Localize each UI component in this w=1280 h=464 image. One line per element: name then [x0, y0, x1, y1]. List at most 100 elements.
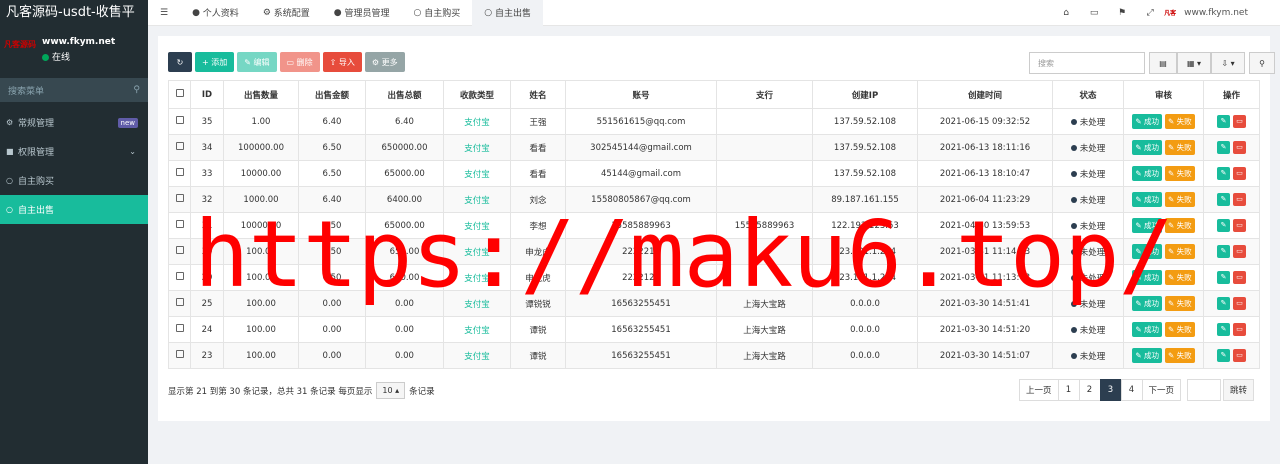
add-button[interactable]: + 添加: [195, 52, 235, 72]
table-row: 33 10000.00 6.50 65000.00 支付宝 看看 45144@gmail.c…: [168, 160, 1260, 187]
avatar[interactable]: 凡客: [1164, 8, 1180, 18]
edit-row-button[interactable]: ✎: [1217, 323, 1230, 336]
row-checkbox[interactable]: [168, 160, 191, 187]
success-button[interactable]: ✎ 成功: [1132, 322, 1162, 337]
tab-buy[interactable]: ○ 自主购买: [402, 0, 473, 26]
tab-label: 自主购买: [424, 9, 461, 19]
menu-search[interactable]: 搜索菜单 ⚲: [0, 78, 148, 102]
success-button[interactable]: ✎ 成功: [1132, 114, 1162, 129]
search-icon[interactable]: ⚲: [133, 85, 140, 95]
row-checkbox[interactable]: [168, 134, 191, 161]
fail-button[interactable]: ✎ 失败: [1165, 166, 1195, 181]
edit-row-button[interactable]: ✎: [1217, 193, 1230, 206]
import-button[interactable]: ⇧ 导入: [322, 52, 362, 72]
col-header[interactable]: 账号: [565, 80, 717, 109]
edit-row-button[interactable]: ✎: [1217, 349, 1230, 362]
col-header[interactable]: 姓名: [510, 80, 566, 109]
delete-row-button[interactable]: ▭: [1233, 349, 1246, 362]
fail-button[interactable]: ✎ 失败: [1165, 140, 1195, 155]
export-button[interactable]: ⇩ ▾: [1211, 52, 1245, 74]
page-size-select[interactable]: 10 ▴: [376, 382, 406, 399]
sidebar-item-label: 常规管理: [18, 119, 55, 129]
more-button[interactable]: ⚙ 更多: [364, 52, 405, 72]
next-page-button[interactable]: 下一页: [1141, 379, 1182, 401]
row-checkbox[interactable]: [168, 264, 191, 291]
language-icon[interactable]: ⚑: [1108, 8, 1136, 18]
row-checkbox[interactable]: [168, 186, 191, 213]
home-icon[interactable]: ⌂: [1052, 8, 1080, 18]
row-checkbox[interactable]: [168, 238, 191, 265]
menu-toggle-icon[interactable]: ☰: [148, 0, 180, 26]
refresh-button[interactable]: ↻: [168, 52, 192, 72]
delete-row-button[interactable]: ▭: [1233, 245, 1246, 258]
fullscreen-icon[interactable]: ⤢: [1136, 8, 1164, 18]
page-button[interactable]: 4: [1120, 379, 1143, 401]
navbar-site[interactable]: www.fkym.net: [1184, 8, 1248, 18]
success-button[interactable]: ✎ 成功: [1132, 140, 1162, 155]
tab-profile[interactable]: ● 个人资料: [180, 0, 251, 26]
page-button[interactable]: 2: [1078, 379, 1101, 401]
select-all-checkbox[interactable]: [168, 80, 191, 109]
success-button[interactable]: ✎ 成功: [1132, 348, 1162, 363]
edit-row-button[interactable]: ✎: [1217, 245, 1230, 258]
table-cell: 支付宝: [443, 160, 511, 187]
trash-icon[interactable]: ▭: [1080, 8, 1108, 18]
jump-page-input[interactable]: [1187, 379, 1222, 401]
col-header[interactable]: ID: [190, 80, 224, 109]
col-header[interactable]: 出售总额: [365, 80, 444, 109]
fail-button[interactable]: ✎ 失败: [1165, 348, 1195, 363]
fail-label: 失败: [1176, 273, 1192, 282]
prev-page-button[interactable]: 上一页: [1019, 379, 1059, 401]
tab-sell[interactable]: ○ 自主出售: [472, 0, 543, 26]
columns-button[interactable]: ▦ ▾: [1177, 52, 1211, 74]
delete-row-button[interactable]: ▭: [1233, 115, 1246, 128]
sidebar-item-permission[interactable]: ■ 权限管理 ⌄: [0, 137, 148, 166]
brand-title[interactable]: 凡客源码-usdt-收售平: [0, 0, 148, 26]
col-header[interactable]: 创建IP: [812, 80, 918, 109]
edit-row-button[interactable]: ✎: [1217, 297, 1230, 310]
delete-row-button[interactable]: ▭: [1233, 167, 1246, 180]
success-button[interactable]: ✎ 成功: [1132, 166, 1162, 181]
row-checkbox[interactable]: [168, 316, 191, 343]
edit-row-button[interactable]: ✎: [1217, 141, 1230, 154]
table-row: 34 100000.00 6.50 650000.00 支付宝 看看 302545144@g…: [168, 134, 1260, 161]
delete-row-button[interactable]: ▭: [1233, 193, 1246, 206]
jump-button[interactable]: 跳转: [1223, 379, 1255, 401]
delete-row-button[interactable]: ▭: [1233, 141, 1246, 154]
row-checkbox[interactable]: [168, 290, 191, 317]
delete-button[interactable]: ▭ 删除: [279, 52, 320, 72]
table-cell: 137.59.52.108: [812, 134, 918, 161]
col-header[interactable]: 出售数量: [223, 80, 299, 109]
edit-button[interactable]: ✎ 编辑: [237, 52, 277, 72]
col-header[interactable]: 状态: [1052, 80, 1124, 109]
sidebar-item-sell[interactable]: ○ 自主出售: [0, 195, 148, 224]
search-button[interactable]: ⚲: [1249, 52, 1275, 74]
delete-row-button[interactable]: ▭: [1233, 219, 1246, 232]
delete-row-button[interactable]: ▭: [1233, 271, 1246, 284]
fail-button[interactable]: ✎ 失败: [1165, 114, 1195, 129]
sidebar-item-buy[interactable]: ○ 自主购买: [0, 166, 148, 195]
page-button[interactable]: 1: [1057, 379, 1080, 401]
tab-config[interactable]: ⚙ 系统配置: [251, 0, 322, 26]
col-header[interactable]: 支行: [716, 80, 813, 109]
sidebar-item-regular[interactable]: ⚙ 常规管理 new: [0, 108, 148, 137]
fail-button[interactable]: ✎ 失败: [1165, 322, 1195, 337]
col-header[interactable]: 审核: [1123, 80, 1204, 109]
row-checkbox[interactable]: [168, 108, 191, 135]
edit-row-button[interactable]: ✎: [1217, 271, 1230, 284]
col-header[interactable]: 收款类型: [443, 80, 511, 109]
search-input[interactable]: 搜索: [1029, 52, 1145, 74]
delete-row-button[interactable]: ▭: [1233, 297, 1246, 310]
row-checkbox[interactable]: [168, 212, 191, 239]
edit-row-button[interactable]: ✎: [1217, 167, 1230, 180]
col-header[interactable]: 出售金额: [298, 80, 366, 109]
edit-row-button[interactable]: ✎: [1217, 115, 1230, 128]
col-header[interactable]: 创建时间: [917, 80, 1053, 109]
delete-row-button[interactable]: ▭: [1233, 323, 1246, 336]
col-header[interactable]: 操作: [1203, 80, 1260, 109]
page-button-current[interactable]: 3: [1099, 379, 1122, 401]
toggle-view-button[interactable]: ▤: [1149, 52, 1177, 74]
row-checkbox[interactable]: [168, 342, 191, 369]
edit-row-button[interactable]: ✎: [1217, 219, 1230, 232]
tab-admin[interactable]: ● 管理员管理: [322, 0, 402, 26]
